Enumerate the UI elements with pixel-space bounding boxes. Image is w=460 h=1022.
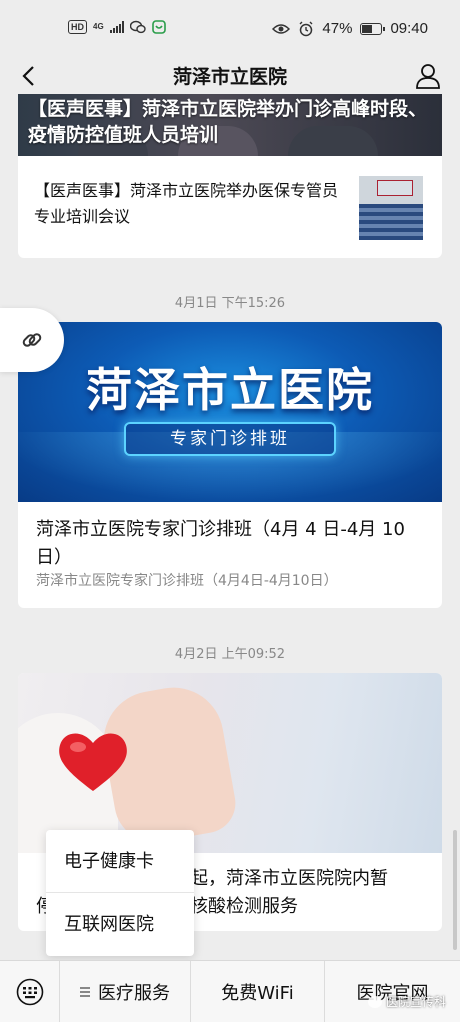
nav-bar: 菏泽市立医院	[0, 58, 460, 94]
submenu-item-health-card[interactable]: 电子健康卡	[46, 830, 194, 893]
submenu-item-internet-hospital[interactable]: 互联网医院	[46, 893, 194, 956]
menu-label: 免费WiFi	[221, 983, 294, 1004]
page-title: 菏泽市立医院	[172, 66, 287, 88]
status-left: HD 4G	[68, 20, 166, 34]
profile-button[interactable]	[414, 62, 442, 90]
status-time: 09:40	[390, 20, 428, 37]
article-banner-image: 菏泽市立医院 专家门诊排班	[18, 322, 442, 502]
eye-icon	[272, 23, 291, 34]
menu-label: 医疗服务	[98, 983, 170, 1004]
article-card-2[interactable]: 菏泽市立医院 专家门诊排班 菏泽市立医院专家门诊排班（4月 4 日-4月 10日…	[18, 322, 442, 608]
article-banner-title: 【医声医事】菏泽市立医院举办门诊高峰时段、疫情防控值班人员培训	[28, 98, 428, 146]
battery-icon	[360, 22, 386, 35]
alarm-icon	[299, 21, 313, 36]
article-banner-image	[18, 673, 442, 853]
network-type: 4G	[93, 22, 104, 31]
sub-article-title: 【医声医事】菏泽市立医院举办医保专管员专业培训会议	[34, 181, 339, 226]
article-description: 菏泽市立医院专家门诊排班（4月4日-4月10日）	[36, 573, 338, 589]
sub-article-row[interactable]: 【医声医事】菏泽市立医院举办医保专管员专业培训会议	[18, 156, 442, 258]
article-card-1[interactable]: 【医声医事】菏泽市立医院举办门诊高峰时段、疫情防控值班人员培训 【医声医事】菏泽…	[18, 94, 442, 258]
wechat-icon	[129, 20, 146, 34]
link-button[interactable]	[0, 308, 64, 372]
battery-fill	[362, 24, 372, 33]
app-icon	[151, 20, 166, 34]
link-icon	[22, 333, 42, 347]
article-title-part: 日起，菏泽市立医院院内暂	[172, 868, 388, 889]
keyboard-icon	[16, 978, 43, 1006]
watermark: 医院宣传科	[367, 993, 446, 1010]
thumbnail-seats	[359, 204, 423, 240]
person-icon	[416, 64, 440, 89]
watermark-text: 医院宣传科	[385, 995, 446, 1009]
sub-article-thumbnail	[359, 176, 423, 240]
signal-icon	[109, 21, 124, 33]
message-timestamp: 4月1日 下午15:26	[174, 296, 286, 311]
submenu-popup: 电子健康卡 互联网医院	[46, 830, 194, 956]
article-banner-image[interactable]: 【医声医事】菏泽市立医院举办门诊高峰时段、疫情防控值班人员培训	[18, 94, 442, 156]
status-right: 47% 09:40	[272, 20, 428, 37]
article-title: 菏泽市立医院专家门诊排班（4月 4 日-4月 10日）	[36, 519, 405, 568]
scrollbar[interactable]	[453, 830, 457, 950]
banner-subtitle: 专家门诊排班	[124, 422, 336, 456]
hd-badge: HD	[68, 20, 87, 34]
keyboard-toggle-button[interactable]	[0, 961, 60, 1022]
heart-icon	[59, 733, 127, 791]
menu-medical-services[interactable]: 医疗服务	[60, 961, 190, 1022]
menu-list-icon	[80, 985, 90, 999]
battery-percent: 47%	[322, 20, 353, 37]
watermark-icon	[367, 995, 382, 1008]
menu-free-wifi[interactable]: 免费WiFi	[190, 961, 324, 1022]
message-timestamp: 4月2日 上午09:52	[174, 647, 286, 662]
bottom-menu-bar: 医疗服务 免费WiFi 医院官网	[0, 960, 460, 1022]
banner-hospital-name: 菏泽市立医院	[86, 363, 374, 417]
thumbnail-screen	[377, 180, 413, 196]
status-bar: HD 4G 47% 09:40	[0, 0, 460, 58]
menu-hospital-website[interactable]: 医院官网	[324, 961, 460, 1022]
